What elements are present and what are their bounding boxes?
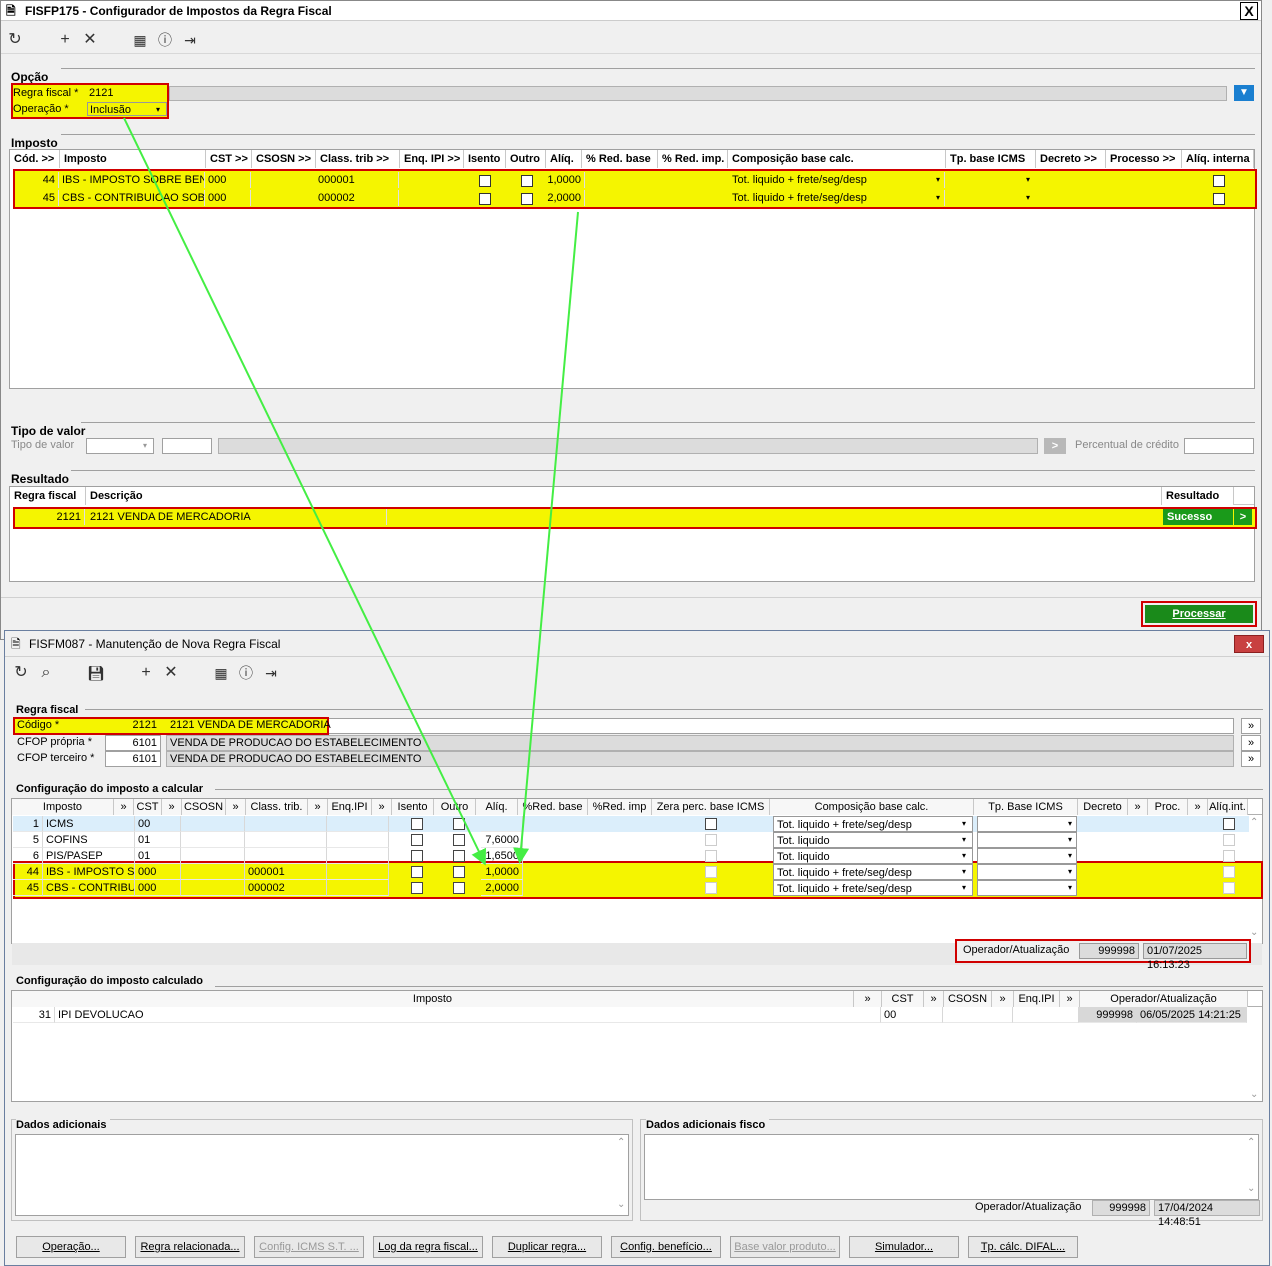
arrow-regra-to-ibs <box>123 117 486 866</box>
arrow-aliq-to-table <box>513 211 579 864</box>
annotation-arrows <box>123 117 579 866</box>
